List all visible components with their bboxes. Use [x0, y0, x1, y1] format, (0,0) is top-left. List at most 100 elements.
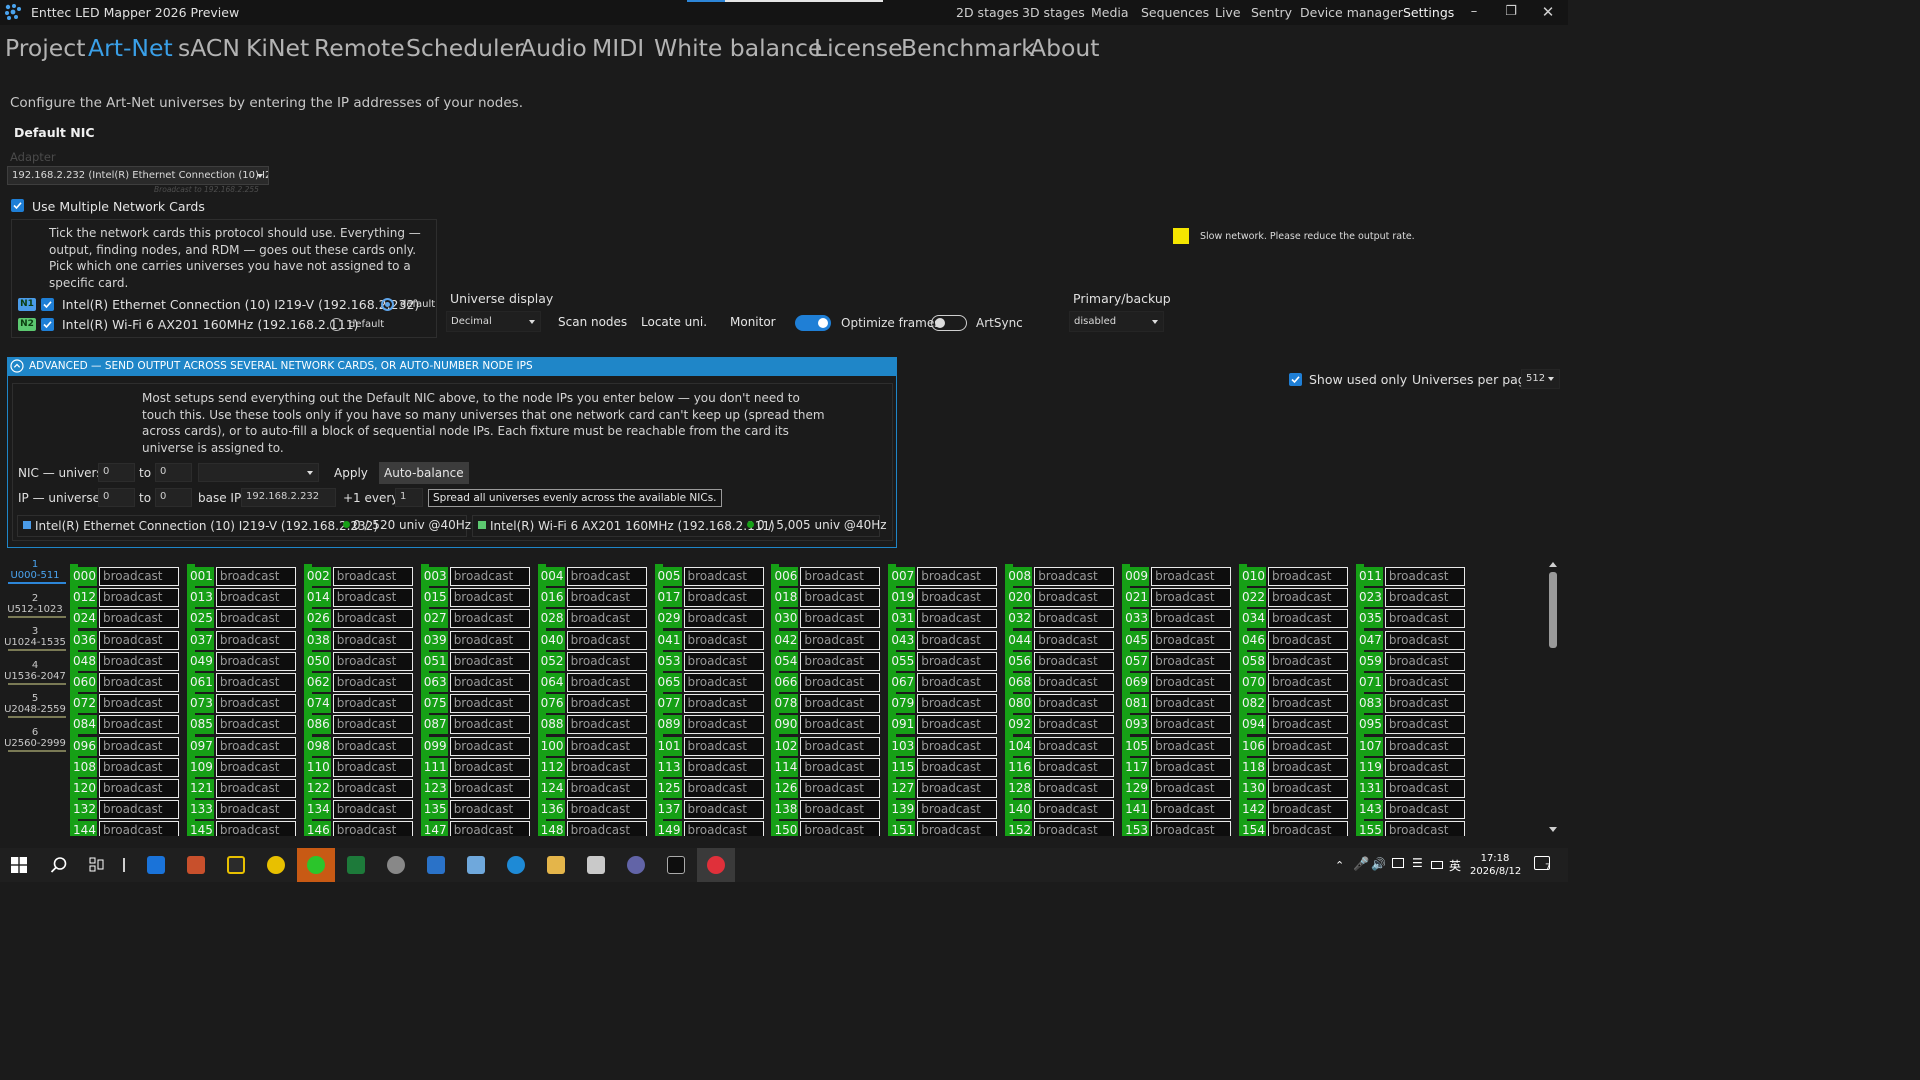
- universe-ip-input[interactable]: broadcast: [99, 567, 179, 586]
- chrome-app-icon[interactable]: [267, 856, 285, 874]
- ip-range-from-input[interactable]: 0: [98, 488, 135, 507]
- universe-ip-input[interactable]: broadcast: [449, 630, 530, 650]
- microphone-icon[interactable]: 🎤: [1353, 857, 1369, 872]
- universe-ip-input[interactable]: broadcast: [800, 779, 881, 798]
- file-manager-app-icon[interactable]: [147, 856, 165, 874]
- universe-page-tab[interactable]: 4 U1536-2047: [4, 660, 66, 682]
- show-used-only-checkbox[interactable]: [1289, 373, 1302, 386]
- universe-ip-input[interactable]: broadcast: [332, 588, 413, 608]
- universe-ip-input[interactable]: broadcast: [1384, 821, 1465, 836]
- universe-ip-input[interactable]: broadcast: [1384, 609, 1465, 629]
- scroll-up-icon[interactable]: [1549, 562, 1557, 567]
- universe-ip-input[interactable]: broadcast: [1268, 651, 1348, 671]
- universe-ip-input[interactable]: broadcast: [566, 694, 647, 714]
- universe-ip-input[interactable]: broadcast: [215, 673, 296, 692]
- universe-ip-input[interactable]: broadcast: [1034, 800, 1115, 820]
- menu-sentry[interactable]: Sentry: [1251, 5, 1292, 20]
- universe-ip-input[interactable]: broadcast: [99, 694, 179, 714]
- universe-ip-input[interactable]: broadcast: [332, 779, 413, 798]
- universe-ip-input[interactable]: broadcast: [215, 757, 296, 777]
- universe-ip-input[interactable]: broadcast: [566, 630, 647, 650]
- universe-ip-input[interactable]: broadcast: [215, 609, 296, 629]
- tab-white-balance[interactable]: White balance: [654, 34, 822, 62]
- universe-ip-input[interactable]: broadcast: [1034, 588, 1115, 608]
- universe-page-tab[interactable]: 5 U2048-2559: [4, 693, 66, 715]
- universe-ip-input[interactable]: broadcast: [1034, 694, 1115, 714]
- sticky-notes-app-icon[interactable]: [227, 856, 245, 874]
- nic-enable-checkbox[interactable]: [41, 298, 54, 311]
- universe-ip-input[interactable]: broadcast: [800, 609, 881, 629]
- universe-ip-input[interactable]: broadcast: [566, 821, 647, 836]
- universe-ip-input[interactable]: broadcast: [1268, 588, 1348, 608]
- tab-benchmark[interactable]: Benchmark: [901, 34, 1035, 62]
- tab-audio[interactable]: Audio: [520, 34, 587, 62]
- artsync-toggle[interactable]: [931, 315, 967, 331]
- edge-app-icon[interactable]: [507, 856, 525, 874]
- universe-ip-input[interactable]: broadcast: [917, 779, 998, 798]
- universe-ip-input[interactable]: broadcast: [215, 694, 296, 714]
- windows-start-icon[interactable]: [11, 857, 27, 873]
- universe-ip-input[interactable]: broadcast: [332, 567, 413, 586]
- universe-ip-input[interactable]: broadcast: [1151, 588, 1232, 608]
- primary-backup-dropdown[interactable]: disabled: [1069, 311, 1164, 332]
- base-ip-input[interactable]: 192.168.2.232: [241, 488, 336, 507]
- universe-ip-input[interactable]: broadcast: [917, 651, 998, 671]
- volume-icon[interactable]: 🔊: [1371, 857, 1386, 871]
- tab-kinet[interactable]: KiNet: [246, 34, 309, 62]
- universe-display-dropdown[interactable]: Decimal: [446, 311, 541, 332]
- universe-ip-input[interactable]: broadcast: [917, 694, 998, 714]
- universe-ip-input[interactable]: broadcast: [215, 800, 296, 820]
- universe-ip-input[interactable]: broadcast: [1151, 715, 1232, 735]
- universe-ip-input[interactable]: broadcast: [800, 715, 881, 735]
- universe-ip-input[interactable]: broadcast: [1384, 567, 1465, 586]
- ip-range-to-input[interactable]: 0: [155, 488, 192, 507]
- tab-art-net[interactable]: Art-Net: [88, 34, 173, 62]
- universe-ip-input[interactable]: broadcast: [566, 673, 647, 692]
- universe-ip-input[interactable]: broadcast: [99, 715, 179, 735]
- universe-ip-input[interactable]: broadcast: [566, 588, 647, 608]
- universe-ip-input[interactable]: broadcast: [1151, 800, 1232, 820]
- universe-ip-input[interactable]: broadcast: [800, 800, 881, 820]
- universe-ip-input[interactable]: broadcast: [683, 588, 764, 608]
- universe-ip-input[interactable]: broadcast: [449, 694, 530, 714]
- universe-ip-input[interactable]: broadcast: [566, 757, 647, 777]
- universe-ip-input[interactable]: broadcast: [1151, 757, 1232, 777]
- universe-ip-input[interactable]: broadcast: [215, 715, 296, 735]
- universe-page-tab[interactable]: 3 U1024-1535: [4, 626, 66, 648]
- universe-ip-input[interactable]: broadcast: [99, 821, 179, 836]
- universe-ip-input[interactable]: broadcast: [449, 800, 530, 820]
- universe-ip-input[interactable]: broadcast: [1034, 673, 1115, 692]
- universe-ip-input[interactable]: broadcast: [99, 630, 179, 650]
- universe-ip-input[interactable]: broadcast: [1268, 800, 1348, 820]
- universe-ip-input[interactable]: broadcast: [1151, 630, 1232, 650]
- universe-ip-input[interactable]: broadcast: [683, 567, 764, 586]
- advanced-section-header[interactable]: ADVANCED — SEND OUTPUT ACROSS SEVERAL NE…: [7, 357, 897, 376]
- universe-ip-input[interactable]: broadcast: [917, 715, 998, 735]
- universe-ip-input[interactable]: broadcast: [917, 609, 998, 629]
- scan-nodes-button[interactable]: Scan nodes: [558, 315, 627, 329]
- monitor-button[interactable]: Monitor: [730, 315, 776, 329]
- calculator-app-icon[interactable]: [587, 856, 605, 874]
- universe-ip-input[interactable]: broadcast: [215, 588, 296, 608]
- universe-ip-input[interactable]: broadcast: [566, 800, 647, 820]
- nic-range-from-input[interactable]: 0: [98, 463, 135, 482]
- remote-desktop-app-icon[interactable]: [467, 856, 485, 874]
- wechat-app-icon[interactable]: [307, 856, 325, 874]
- universe-ip-input[interactable]: broadcast: [449, 567, 530, 586]
- universe-ip-input[interactable]: broadcast: [1384, 736, 1465, 756]
- universe-ip-input[interactable]: broadcast: [1268, 821, 1348, 836]
- universe-ip-input[interactable]: broadcast: [215, 651, 296, 671]
- universe-ip-input[interactable]: broadcast: [917, 630, 998, 650]
- pdf-app-icon[interactable]: [667, 856, 685, 874]
- universe-ip-input[interactable]: broadcast: [683, 694, 764, 714]
- universe-ip-input[interactable]: broadcast: [215, 630, 296, 650]
- universe-ip-input[interactable]: broadcast: [449, 588, 530, 608]
- universe-ip-input[interactable]: broadcast: [99, 757, 179, 777]
- scrollbar-thumb[interactable]: [1549, 572, 1557, 648]
- universe-ip-input[interactable]: broadcast: [1268, 715, 1348, 735]
- menu-media[interactable]: Media: [1091, 5, 1129, 20]
- restore-icon[interactable]: ❐: [1501, 4, 1521, 19]
- universe-ip-input[interactable]: broadcast: [800, 588, 881, 608]
- tab-midi[interactable]: MIDI: [592, 34, 644, 62]
- universe-ip-input[interactable]: broadcast: [1268, 694, 1348, 714]
